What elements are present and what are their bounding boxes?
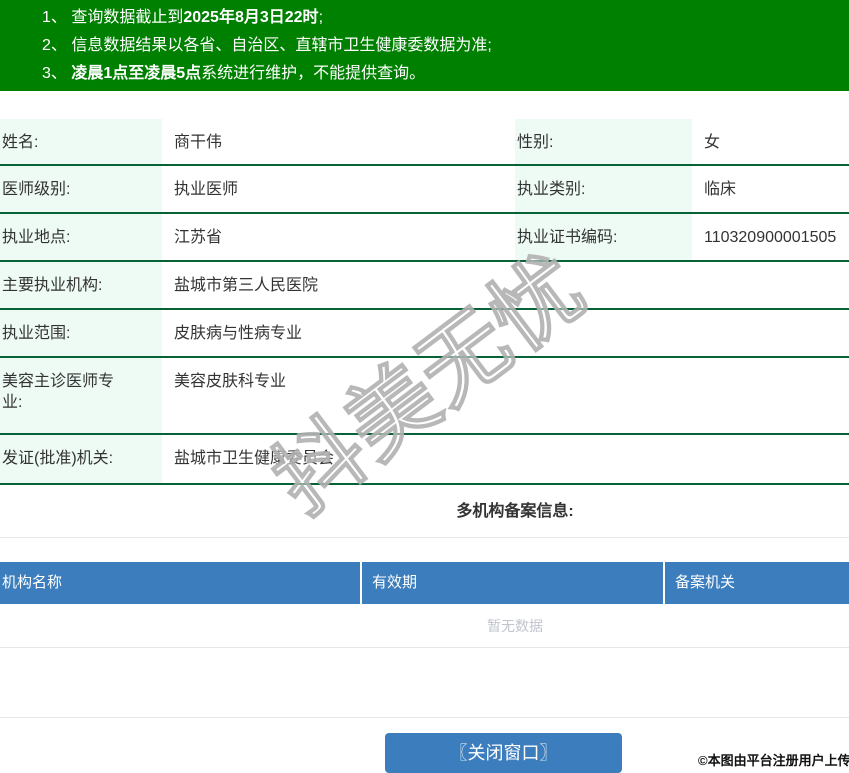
practitioner-info-table: 姓名: 商干伟 性别: 女医师级别: 执业医师 执业类别: 临床执业地点: 江苏省 执业证书编码…	[0, 119, 849, 485]
info-label-r6c1: 美容主诊医师专业:	[0, 358, 162, 435]
info-label-r4c1: 主要执业机构:	[0, 262, 162, 310]
info-label-r3c1: 执业地点:	[0, 214, 162, 262]
info-label-r3c2: 执业证书编码:	[515, 214, 692, 262]
notice-line-1: 1、 查询数据截止到2025年8月3日22时;	[42, 9, 324, 26]
info-value-r1c1: 商干伟	[162, 119, 515, 166]
info-label-r1c2: 性别:	[515, 119, 692, 166]
filing-empty-text: 暂无数据	[0, 604, 849, 648]
copyright-note: ©本图由平台注册用户上传	[698, 753, 849, 768]
divider-line-top	[0, 537, 849, 538]
info-value-r2c2: 临床	[692, 166, 849, 214]
info-label-r2c2: 执业类别:	[515, 166, 692, 214]
info-label-r1c1: 姓名:	[0, 119, 162, 166]
info-value-r5c1: 皮肤病与性病专业	[162, 310, 849, 358]
divider-line-bottom	[0, 717, 849, 718]
info-label-r5c1: 执业范围:	[0, 310, 162, 358]
info-label-r7c1: 发证(批准)机关:	[0, 435, 162, 485]
filing-col-institution: 机构名称	[0, 562, 362, 604]
info-value-r6c1: 美容皮肤科专业	[162, 358, 849, 435]
filing-col-validity: 有效期	[362, 562, 665, 604]
notice-banner: 1、 查询数据截止到2025年8月3日22时; 2、 信息数据结果以各省、自治区、…	[0, 0, 849, 91]
close-window-button[interactable]: 〖关闭窗口〗	[385, 733, 622, 773]
info-value-r2c1: 执业医师	[162, 166, 515, 214]
info-value-r3c1: 江苏省	[162, 214, 515, 262]
filing-table-header: 机构名称 有效期 备案机关	[0, 562, 849, 604]
info-label-r2c1: 医师级别:	[0, 166, 162, 214]
filing-col-authority: 备案机关	[675, 574, 736, 591]
info-value-r1c2: 女	[692, 119, 849, 166]
info-value-r3c2: 110320900001505	[692, 214, 849, 262]
info-value-r4c1: 盐城市第三人民医院	[162, 262, 849, 310]
notice-line-3: 3、 凌晨1点至凌晨5点系统进行维护，不能提供查询。	[42, 65, 426, 82]
filing-section-title: 多机构备案信息:	[456, 503, 574, 520]
notice-line-2: 2、 信息数据结果以各省、自治区、直辖市卫生健康委数据为准;	[42, 37, 492, 54]
info-value-r7c1: 盐城市卫生健康委员会	[162, 435, 849, 485]
